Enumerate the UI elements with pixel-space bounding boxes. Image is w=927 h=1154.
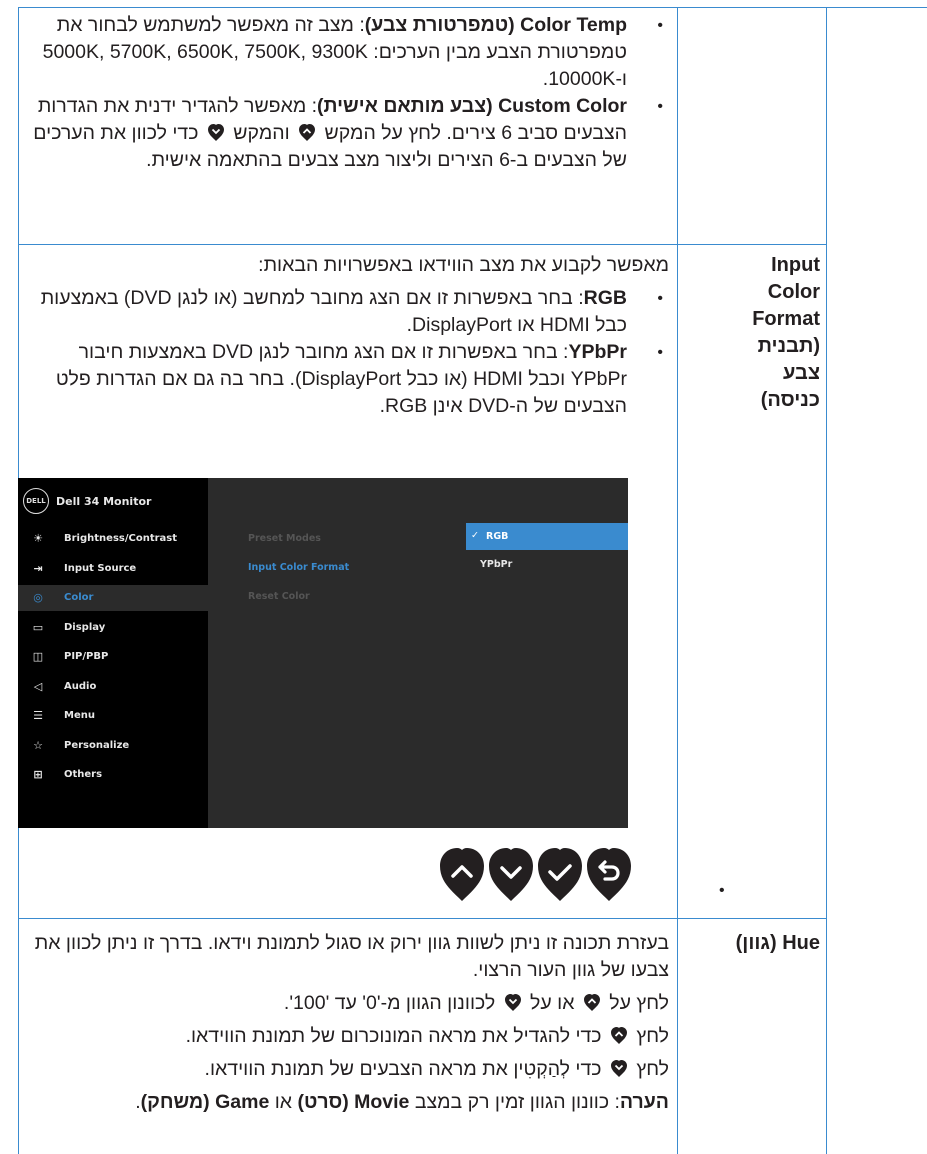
osd-option-ypbpr: YPbPr (466, 551, 628, 578)
others-icon: ⊞ (33, 768, 43, 781)
text: לחץ על (609, 992, 669, 1014)
row-input-color-format: מאפשר לקבוע את מצב הווידאו באפשרויות הבא… (26, 252, 669, 420)
down-button-icon (504, 994, 521, 1011)
osd-menu-label: Display (64, 621, 106, 633)
text: לחץ (636, 1025, 669, 1047)
bullet: • (719, 882, 725, 899)
osd-submenu-reset-color: Reset Color (248, 591, 310, 602)
osd-sidebar: DELL Dell 34 Monitor ☀ Brightness/Contras… (18, 478, 208, 828)
text: : כוונון הגוון זמין רק במצב (414, 1091, 620, 1113)
row-hue: בעזרת תכונה זו ניתן לשוות גוון ירוק או ס… (26, 930, 669, 1116)
osd-menu-label: Input Source (64, 562, 137, 574)
intro-text: מאפשר לקבוע את מצב הווידאו באפשרויות הבא… (258, 254, 669, 276)
back-button-icon (587, 848, 631, 901)
text: לחץ (636, 1058, 669, 1080)
list-item: • Color Temp (טמפרטורת צבע): מצב זה מאפשר… (26, 12, 669, 93)
bullet: • (657, 98, 663, 115)
list-item: • Custom Color (צבע מותאם אישית): מאפשר ל… (26, 93, 669, 174)
osd-option-label: RGB (486, 531, 509, 542)
osd-option-rgb: ✓ RGB (466, 523, 628, 550)
bullet: • (657, 290, 663, 307)
brightness-icon: ☀ (33, 532, 43, 545)
term: RGB (583, 287, 627, 309)
row-label-hue: Hue (גוון) (735, 932, 820, 954)
table-rule (826, 7, 827, 1154)
list-item: • YPbPr: בחר באפשרות זו אם הצג מחובר לנגן… (26, 339, 669, 420)
paragraph: לחץ כדי להגדיל את מראה המונוכרום של תמונ… (26, 1023, 669, 1050)
up-button-icon (583, 994, 600, 1011)
table-rule (18, 7, 927, 8)
osd-menu-label: Menu (64, 710, 95, 721)
osd-menu-screenshot: DELL Dell 34 Monitor ☀ Brightness/Contras… (18, 478, 628, 828)
term: Custom Color (צבע מותאם אישית) (317, 95, 627, 117)
up-button-icon (610, 1027, 627, 1044)
paragraph: לחץ על או על לכוונון הגוון מ-'0' עד '100… (26, 990, 669, 1017)
table-rule (18, 244, 826, 245)
star-icon: ☆ (33, 738, 43, 752)
osd-menu-item: ◎ Color (18, 585, 208, 611)
audio-icon: ◁ (33, 679, 43, 693)
term: Color Temp (טמפרטורת צבע) (364, 14, 627, 36)
osd-menu-item: ⊞ Others (18, 762, 208, 788)
display-icon: ▭ (32, 620, 44, 634)
osd-title: Dell 34 Monitor (56, 495, 152, 508)
osd-menu-label: Brightness/Contrast (64, 533, 178, 544)
paragraph: לחץ כדי לְהַקְטִין את מראה הצבעים של תמו… (26, 1056, 669, 1083)
up-button-icon (440, 848, 484, 901)
mode-game: Game (משחק) (140, 1091, 270, 1113)
text: או על (530, 992, 575, 1014)
text: לכוונון הגוון מ-'0' עד '100'. (283, 992, 496, 1014)
monitor-button-row (438, 846, 638, 902)
down-button-icon (489, 848, 533, 901)
osd-menu-label: Personalize (64, 739, 130, 751)
list-item: • RGB: בחר באפשרות זו אם הצג מחובר למחשב … (26, 285, 669, 339)
text: או (274, 1091, 293, 1113)
osd-submenu-input-color-format: Input Color Format (248, 562, 350, 573)
osd-menu-item: ◁ Audio (18, 674, 208, 700)
term: YPbPr (568, 341, 627, 363)
paragraph: בעזרת תכונה זו ניתן לשוות גוון ירוק או ס… (34, 932, 669, 981)
osd-menu-item: ⇥ Input Source (18, 556, 208, 582)
osd-option-label: YPbPr (480, 559, 513, 570)
down-button-icon (610, 1060, 627, 1077)
osd-menu-label: Audio (64, 680, 97, 692)
input-source-icon: ⇥ (33, 561, 43, 575)
osd-menu-label: Others (64, 769, 103, 780)
description: והמקש (233, 122, 290, 144)
description: : בחר באפשרות זו אם הצג מחובר לנגן DVD ב… (55, 341, 627, 417)
color-palette-icon: ◎ (33, 591, 43, 604)
text: כדי לְהַקְטִין את מראה הצבעים של תמונת ה… (204, 1058, 602, 1080)
osd-menu-item: ▭ Display (18, 615, 208, 641)
check-button-icon (538, 848, 582, 901)
osd-menu-label: Color (64, 592, 94, 603)
bullet: • (657, 17, 663, 34)
bullet: • (657, 344, 663, 361)
osd-panel: Preset Modes Input Color Format Reset Co… (208, 478, 628, 828)
dell-logo: DELL (23, 488, 49, 514)
row-color-temp-custom: • Color Temp (טמפרטורת צבע): מצב זה מאפשר… (26, 12, 669, 174)
table-rule (677, 7, 678, 1154)
text: כדי להגדיל את מראה המונוכרום של תמונת הו… (185, 1025, 602, 1047)
pip-pbp-icon: ◫ (32, 650, 44, 663)
note-label: הערה (619, 1091, 669, 1113)
osd-menu-item: ☰ Menu (18, 703, 208, 729)
note: הערה: כוונון הגוון זמין רק במצב Movie (ס… (26, 1089, 669, 1116)
osd-menu-label: PIP/PBP (64, 651, 109, 662)
osd-menu-item: ☆ Personalize (18, 733, 208, 759)
row-label-input-color-format: Input Color Format (תבנית צבע כניסה) (752, 254, 820, 411)
table-rule (18, 918, 826, 919)
mode-movie: Movie (סרט) (297, 1091, 410, 1113)
down-button-icon (207, 124, 224, 141)
osd-menu-item: ◫ PIP/PBP (18, 644, 208, 670)
up-button-icon (299, 124, 316, 141)
menu-icon: ☰ (33, 709, 43, 722)
osd-submenu-preset-modes: Preset Modes (248, 533, 321, 544)
check-icon: ✓ (471, 530, 479, 541)
osd-menu-item: ☀ Brightness/Contrast (18, 526, 208, 552)
description: : בחר באפשרות זו אם הצג מחובר למחשב (או … (40, 287, 627, 336)
